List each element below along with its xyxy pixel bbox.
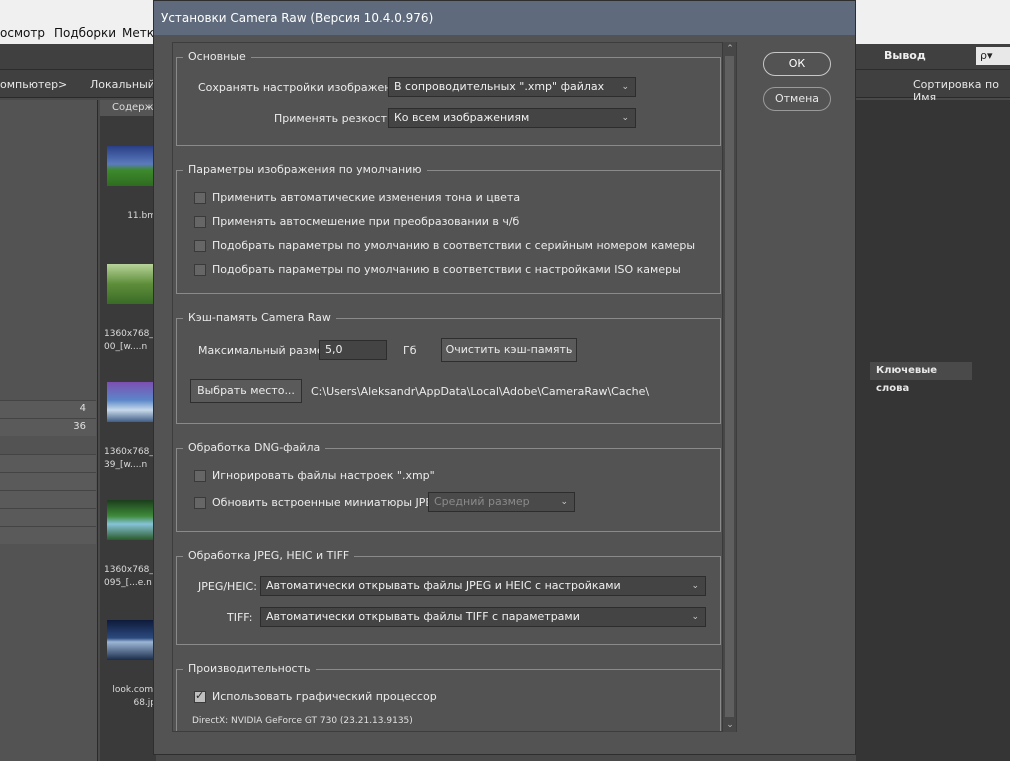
path-separator: > [58,78,68,91]
select-location-button[interactable]: Выбрать место... [190,379,302,403]
list-item[interactable] [0,490,96,508]
list-item[interactable] [0,472,96,490]
scrollbar-thumb[interactable] [725,56,734,717]
auto-grayscale-checkbox[interactable] [194,216,206,228]
use-gpu-checkbox[interactable]: ✓ [194,689,206,703]
update-jpeg-previews-label: Обновить встроенные миниатюры JPEG: [212,496,445,509]
thumbnail-caption: 1360x768_ 00_[w....n [104,329,154,352]
thumbnail-caption: look.com. 68.jp [112,685,156,708]
output-menu[interactable]: Вывод [884,49,926,62]
thumbnail-caption: 1360x768_ 095_[...e.n [104,565,154,588]
camera-raw-preferences-dialog: Установки Camera Raw (Версия 10.4.0.976)… [153,0,856,755]
list-item[interactable] [0,508,96,526]
thumbnail[interactable] [107,146,154,186]
ignore-xmp-label: Игнорировать файлы настроек ".xmp" [212,469,435,482]
menu-collections[interactable]: Подборки [54,26,116,40]
jpeg-tiff-group: Обработка JPEG, HEIC и TIFF JPEG/HEIC: А… [176,549,721,645]
dialog-titlebar[interactable]: Установки Camera Raw (Версия 10.4.0.976) [154,1,855,35]
thumbnail[interactable] [107,382,154,422]
jpeg-heic-select[interactable]: Автоматически открывать файлы JPEG и HEI… [260,576,706,596]
auto-grayscale-label: Применять автосмешение при преобразовани… [212,215,520,228]
ok-button[interactable]: ОК [763,52,831,76]
cache-group: Кэш-память Camera Raw Максимальный разме… [176,311,721,424]
chevron-down-icon: ⌄ [691,612,699,622]
dng-group: Обработка DNG-файла Игнорировать файлы н… [176,441,721,532]
cache-legend: Кэш-память Camera Raw [183,311,336,324]
chevron-down-icon: ⌄ [560,497,568,507]
camera-iso-checkbox[interactable] [194,264,206,276]
cache-max-size-input[interactable]: 5,0 [319,340,387,360]
use-gpu-label: Использовать графический процессор [212,690,437,703]
camera-serial-checkbox[interactable] [194,240,206,252]
list-item[interactable] [0,454,96,472]
list-item[interactable] [0,526,96,544]
menu-labels[interactable]: Метк [122,26,154,40]
camera-serial-label: Подобрать параметры по умолчанию в соотв… [212,239,696,252]
preview-size-select[interactable]: Средний размер ⌄ [428,492,575,512]
menu-view[interactable]: осмотр [0,26,45,40]
thumbnail-caption: 1360x768_ 39_[w....n [104,447,154,470]
scroll-up-icon[interactable]: ⌃ [724,43,736,55]
dialog-title: Установки Camera Raw (Версия 10.4.0.976) [161,11,434,25]
thumbnail[interactable] [107,500,154,540]
purge-cache-button[interactable]: Очистить кэш-память [441,338,577,362]
content-panel: Содерж [100,100,156,761]
jpeg-heic-label: JPEG/HEIC: [198,580,257,593]
auto-tone-checkbox[interactable] [194,192,206,204]
performance-group: Производительность ✓ Использовать графич… [176,662,721,731]
list-item[interactable]: 4 [0,400,96,418]
preferences-scroll-area: Основные Сохранять настройки изображений… [172,42,737,732]
cache-unit-label: Гб [403,344,417,357]
performance-legend: Производительность [183,662,316,675]
cache-path: C:\Users\Aleksandr\AppData\Local\Adobe\C… [311,385,650,398]
ignore-xmp-checkbox[interactable] [194,470,206,482]
chevron-down-icon: ⌄ [691,581,699,591]
thumbnail-caption: 11.bm [127,211,156,221]
tiff-label: TIFF: [227,611,253,624]
jpeg-legend: Обработка JPEG, HEIC и TIFF [183,549,355,562]
chevron-down-icon: ⌄ [621,113,629,123]
thumbnail[interactable] [107,620,154,660]
dng-legend: Обработка DNG-файла [183,441,326,454]
auto-tone-label: Применить автоматические изменения тона … [212,191,521,204]
tiff-select[interactable]: Автоматически открывать файлы TIFF с пар… [260,607,706,627]
general-group: Основные Сохранять настройки изображений… [176,50,721,146]
cache-max-size-label: Максимальный размер: [198,344,335,357]
sharpen-label: Применять резкость: [274,112,398,125]
cancel-button[interactable]: Отмена [763,87,831,111]
content-header: Содерж [100,100,156,116]
camera-iso-label: Подобрать параметры по умолчанию в соотв… [212,263,681,276]
chevron-down-icon: ⌄ [621,82,629,92]
vertical-scrollbar[interactable]: ⌃ ⌄ [722,42,736,732]
sharpen-select[interactable]: Ко всем изображениям ⌄ [388,108,636,128]
tab-keywords[interactable]: Ключевые слова [870,362,972,394]
thumbnail[interactable] [107,264,154,304]
scroll-down-icon[interactable]: ⌄ [724,719,736,731]
left-panel: 4 36 [0,100,98,761]
general-legend: Основные [183,50,251,63]
search-field[interactable]: ρ▾ [976,47,1010,65]
save-settings-label: Сохранять настройки изображений: [198,81,410,94]
update-jpeg-previews-checkbox[interactable] [194,497,206,509]
gpu-info: DirectX: NVIDIA GeForce GT 730 (23.21.13… [192,716,413,726]
defaults-legend: Параметры изображения по умолчанию [183,163,427,176]
checkmark-icon: ✓ [195,689,205,702]
path-computer[interactable]: омпьютер [0,78,58,91]
default-image-settings-group: Параметры изображения по умолчанию Приме… [176,163,721,294]
save-settings-select[interactable]: В сопроводительных ".xmp" файлах ⌄ [388,77,636,97]
right-panel: Ключевые слова [856,100,1010,761]
list-item[interactable]: 36 [0,418,96,436]
